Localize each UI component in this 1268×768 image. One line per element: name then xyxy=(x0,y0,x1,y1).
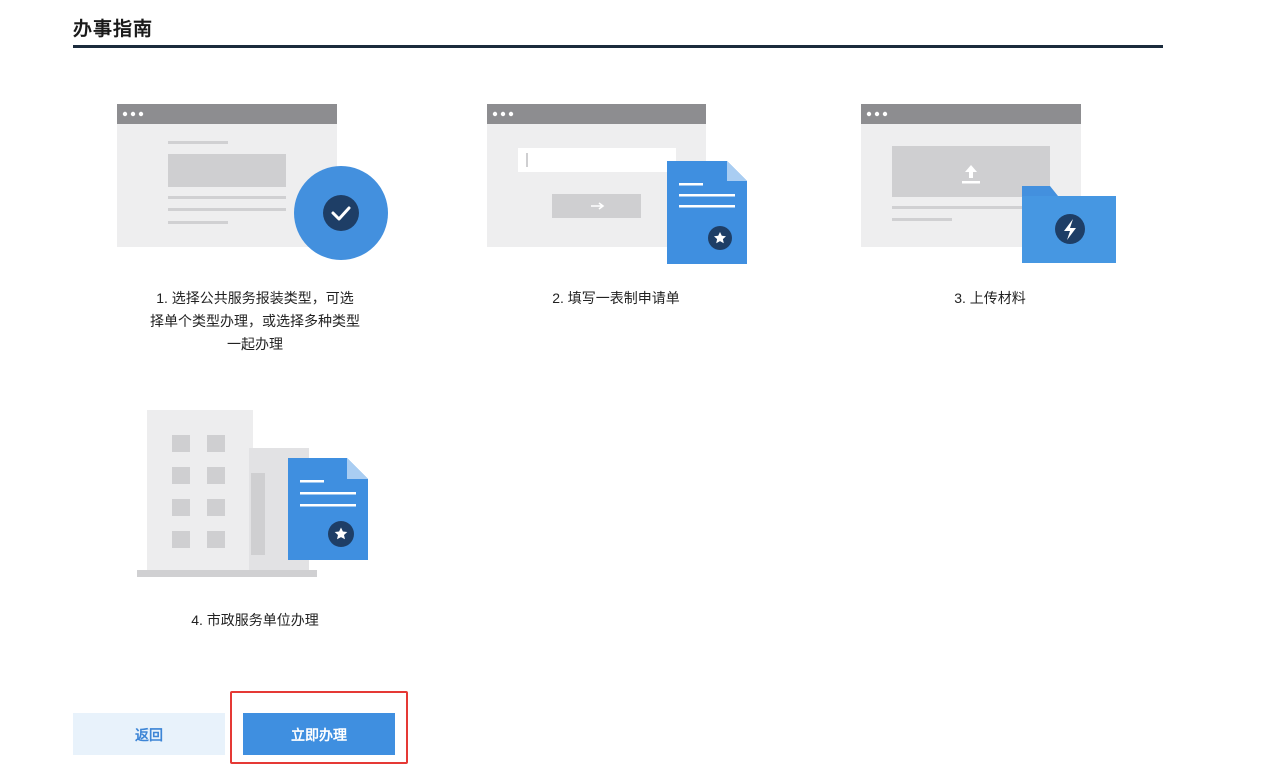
step-1-label-line-1: 1. 选择公共服务报装类型，可选 xyxy=(156,290,354,306)
apply-now-button[interactable]: 立即办理 xyxy=(243,713,395,755)
step-3-label-line-1: 3. 上传材料 xyxy=(954,290,1026,306)
service-guide-page: 办事指南 1. 选择公共服务报装类型，可选 择单个类型办理，或选择多种类型 一起… xyxy=(0,0,1268,768)
building-document-icon xyxy=(137,410,368,577)
step-1-label-line-2: 择单个类型办理，或选择多种类型 xyxy=(150,313,360,329)
browser-upload-folder-icon xyxy=(861,104,1116,263)
step-1-label-line-3: 一起办理 xyxy=(227,336,283,352)
step-1-label: 1. 选择公共服务报装类型，可选 择单个类型办理，或选择多种类型 一起办理 xyxy=(120,287,390,356)
back-button[interactable]: 返回 xyxy=(73,713,225,755)
step-2-label: 2. 填写一表制申请单 xyxy=(487,287,745,310)
title-divider xyxy=(73,45,1163,48)
page-title: 办事指南 xyxy=(73,19,154,40)
step-4-label: 4. 市政服务单位办理 xyxy=(120,609,390,632)
step-3-label: 3. 上传材料 xyxy=(861,287,1119,310)
browser-check-icon xyxy=(117,104,388,260)
step-4-label-line-1: 4. 市政服务单位办理 xyxy=(191,612,319,628)
browser-form-document-icon xyxy=(487,104,747,264)
step-2-label-line-1: 2. 填写一表制申请单 xyxy=(552,290,680,306)
